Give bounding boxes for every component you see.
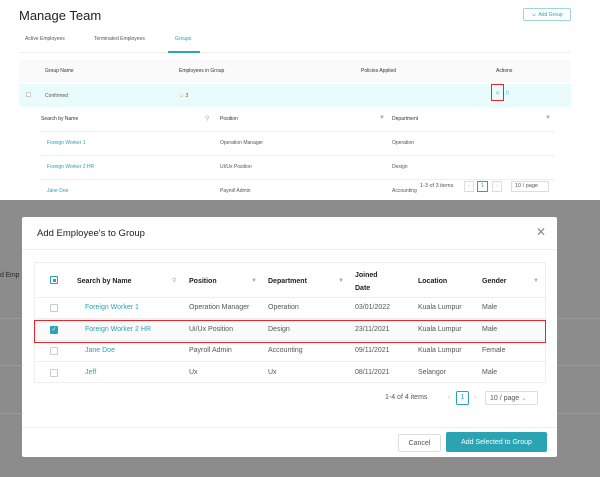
filter-icon[interactable]: ▼	[533, 278, 539, 284]
search-icon[interactable]: ⚲	[172, 277, 176, 284]
groups-page-size-value: 10 / page	[515, 183, 538, 189]
close-icon[interactable]: ✕	[536, 225, 546, 239]
search-by-name-header: Search by Name	[41, 116, 79, 122]
manage-team-page: Manage Team ☺ Add Group Active Employees …	[0, 0, 600, 200]
collapse-row-button[interactable]	[26, 92, 31, 97]
employee-link[interactable]: Foreign Worker 1	[47, 140, 86, 146]
row-checkbox[interactable]	[50, 368, 58, 377]
group-name: Confirmed	[45, 93, 69, 99]
modal-header-divider	[22, 249, 557, 250]
position: Operation Manager	[189, 304, 250, 311]
select-all-checkbox[interactable]	[50, 276, 58, 284]
department: Design	[392, 164, 408, 170]
delete-icon[interactable]: ▯	[506, 90, 509, 96]
prev-page-icon[interactable]: ‹	[448, 394, 450, 401]
col-name: Search by Name	[77, 278, 132, 285]
add-user-icon: ☺	[531, 11, 537, 18]
joined-date: 08/11/2021	[355, 368, 390, 376]
background-tab-fragment: d Emp	[0, 272, 20, 279]
modal-footer-divider	[22, 427, 557, 428]
group-row[interactable]	[19, 84, 571, 107]
pagination-summary: 1-4 of 4 items	[385, 394, 428, 401]
col-location[interactable]: Location	[418, 278, 447, 285]
table-row[interactable]	[35, 362, 545, 383]
department: Accounting	[392, 188, 417, 194]
groups-prev-page-icon[interactable]: ‹	[464, 181, 474, 192]
divider	[41, 179, 555, 180]
gender: Male	[482, 304, 498, 311]
position: UI/Ux Position	[220, 164, 252, 170]
page-size-value: 10 / page	[490, 395, 520, 402]
tab-groups[interactable]: Groups	[175, 36, 191, 42]
page-title: Manage Team	[19, 8, 102, 23]
row-checkbox[interactable]	[50, 347, 58, 355]
filter-icon[interactable]: ▼	[251, 278, 257, 284]
add-selected-button[interactable]: Add Selected to Group	[446, 432, 547, 452]
department: Operation	[268, 304, 299, 311]
gender: Male	[482, 368, 498, 376]
search-icon[interactable]: ⚲	[205, 115, 209, 122]
position-header[interactable]: Position	[220, 116, 238, 122]
groups-next-page-icon[interactable]: ›	[492, 181, 502, 192]
department-header[interactable]: Department	[392, 116, 418, 122]
location: Kuala Lumpur	[418, 347, 462, 354]
filter-icon[interactable]: ▼	[338, 278, 344, 284]
page-size-select[interactable]: 10 / page ⌄	[485, 391, 538, 405]
next-page-icon[interactable]: ›	[474, 394, 476, 401]
department: Accounting	[268, 347, 303, 354]
tab-divider	[19, 52, 571, 53]
groups-page-size-select[interactable]: 10 / page	[511, 181, 549, 192]
col-employees-in-group[interactable]: Employees in Group	[179, 68, 224, 74]
groups-table-header	[19, 60, 571, 82]
filter-icon[interactable]: ▼	[379, 115, 385, 121]
add-group-button[interactable]: ☺ Add Group	[523, 8, 571, 21]
filter-icon[interactable]: ▼	[545, 115, 551, 121]
gender: Female	[482, 347, 506, 354]
employee-link[interactable]: Foreign Worker 2 HR	[47, 164, 94, 170]
col-policies-applied: Policies Applied	[361, 68, 397, 74]
groups-page-1-button[interactable]: 1	[477, 181, 488, 192]
joined-date: 03/01/2022	[355, 304, 391, 311]
position: Payroll Admin	[189, 347, 232, 354]
col-actions: Actions	[496, 68, 513, 74]
groups-pagination-summary: 1-3 of 3 items	[420, 183, 454, 189]
employee-name-link[interactable]: Foreign Worker 1	[85, 304, 139, 311]
add-employees-modal: Add Employee's to Group ✕ Search by Name…	[22, 217, 557, 457]
col-gender[interactable]: Gender	[482, 278, 507, 285]
department: Operation	[392, 140, 414, 146]
chevron-down-icon: ⌄	[521, 395, 528, 402]
employee-count: ☺ 3	[179, 93, 188, 99]
active-tab-indicator	[168, 51, 200, 53]
cancel-button[interactable]: Cancel	[398, 434, 441, 452]
page-1-button[interactable]: 1	[456, 391, 469, 405]
employee-name-link[interactable]: Jane Doe	[85, 347, 115, 354]
department: Ux	[268, 368, 277, 376]
location: Kuala Lumpur	[418, 304, 462, 311]
modal-title: Add Employee's to Group	[37, 228, 145, 239]
selected-row-highlight	[34, 320, 546, 343]
employee-link[interactable]: Jane Doe	[47, 188, 68, 194]
position: Operation Manager	[220, 140, 264, 146]
col-department[interactable]: Department	[268, 278, 307, 285]
employee-name-link[interactable]: Jeff	[85, 369, 96, 376]
tab-terminated-employees[interactable]: Terminated Employees	[94, 36, 145, 42]
position: Payroll Admin	[220, 188, 251, 194]
col-group-name[interactable]: Group Name	[45, 68, 74, 74]
tab-active-employees[interactable]: Active Employees	[25, 36, 65, 42]
location: Selangor	[418, 368, 447, 376]
row-checkbox[interactable]	[50, 304, 58, 312]
divider	[41, 155, 555, 156]
position: Ux	[189, 368, 198, 376]
col-position[interactable]: Position	[189, 278, 217, 285]
joined-date: 09/11/2021	[355, 347, 390, 354]
divider	[41, 131, 555, 132]
add-group-label: Add Group	[538, 11, 563, 18]
user-icon: ☺	[179, 93, 185, 99]
col-joined-date[interactable]: Joined Date	[355, 269, 385, 295]
add-employee-icon[interactable]: ☺	[495, 90, 500, 96]
employee-count-value: 3	[185, 93, 189, 99]
